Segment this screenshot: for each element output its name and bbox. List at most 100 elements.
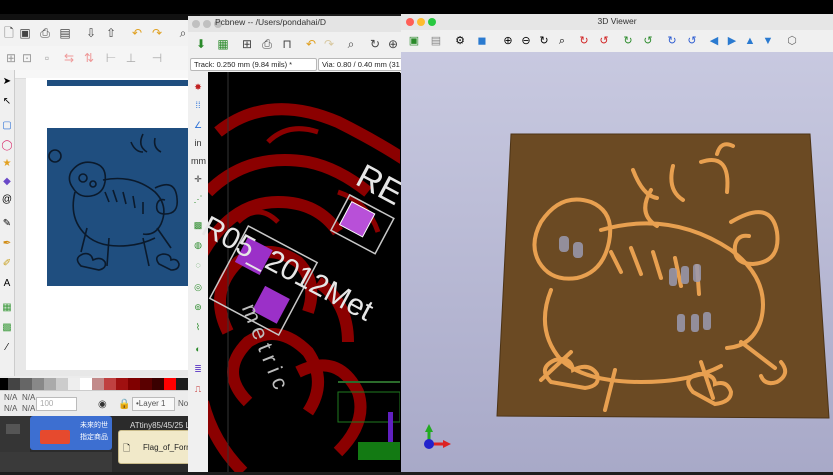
pen-tool-icon[interactable]: ✒ <box>1 238 13 250</box>
rotate-y-ccw-icon[interactable]: ↺ <box>641 34 655 48</box>
save-board-icon[interactable]: ⬇ <box>194 37 208 51</box>
pan-up-icon[interactable]: ▲ <box>743 34 757 48</box>
3d-scene[interactable] <box>401 52 833 472</box>
zoom-in-icon[interactable]: ⊕ <box>386 37 400 51</box>
redo-icon[interactable]: ↷ <box>150 26 164 40</box>
rotate-x-ccw-icon[interactable]: ↺ <box>597 34 611 48</box>
inkscape-statusbar: N/A N/A N/A N/A 100 ◉ 🔒 •Layer 1 No <box>0 390 200 417</box>
units-inch-icon[interactable]: in <box>191 136 205 150</box>
zoom-in-icon[interactable]: ⊕ <box>501 34 515 48</box>
cube-icon[interactable]: ◼ <box>475 34 489 48</box>
artwork-strip <box>47 80 195 86</box>
copy-image-icon[interactable]: ▤ <box>429 34 443 48</box>
microwave-icon[interactable]: ⎍ <box>191 382 205 396</box>
flip-h-icon[interactable]: ⇆ <box>62 51 76 65</box>
cursor-shape-icon[interactable]: ✛ <box>191 172 205 186</box>
zoom-fit-icon[interactable]: ⌕ <box>555 34 569 48</box>
grid-icon[interactable]: ⁞⁞ <box>191 98 205 112</box>
inkscape-controls-bar: ⊞ ⊡ ▫ ⇆ ⇅ ⊢ ⊥ ⊣ <box>0 46 200 71</box>
ellipse-tool-icon[interactable]: ◯ <box>1 140 13 152</box>
polar-coords-icon[interactable]: ∠ <box>191 118 205 132</box>
page-settings-icon[interactable]: ▦ <box>216 37 230 51</box>
3d-board-render <box>401 52 833 472</box>
via-size-select[interactable]: Via: 0.80 / 0.40 mm (31 <box>318 58 405 71</box>
flip-v-icon[interactable]: ⇅ <box>82 51 96 65</box>
align-right-icon[interactable]: ⊣ <box>150 51 164 65</box>
ratsnest-icon[interactable]: ⋰ <box>191 192 205 206</box>
rotate-y-cw-icon[interactable]: ↻ <box>621 34 635 48</box>
file-name: Flag_of_Form <box>143 443 193 452</box>
close-button[interactable] <box>192 20 200 28</box>
save-icon[interactable]: ▤ <box>58 26 72 40</box>
plot-icon[interactable]: ⊓ <box>280 37 294 51</box>
track-sketch-icon[interactable]: ⌇ <box>191 320 205 334</box>
mesh-tool-icon[interactable]: ▩ <box>1 322 13 334</box>
zoom-out-icon[interactable]: ⊖ <box>519 34 533 48</box>
layers-manager-icon[interactable]: ≣ <box>191 362 205 376</box>
pcbnew-title: Pcbnew -- /Users/pondahai/D <box>215 17 327 27</box>
pencil-tool-icon[interactable]: ✎ <box>1 218 13 230</box>
redraw-icon[interactable]: ↻ <box>368 37 382 51</box>
visibility-eye-icon[interactable]: ◉ <box>98 399 107 410</box>
snap-bbox-icon[interactable]: ▫ <box>40 51 54 65</box>
dropper-tool-icon[interactable]: ⁄ <box>1 342 13 354</box>
import-icon[interactable]: ⇩ <box>84 26 98 40</box>
pad-sketch-icon[interactable]: ◎ <box>191 280 205 294</box>
ortho-icon[interactable]: ⬡ <box>785 34 799 48</box>
board-setup-icon[interactable]: ⊞ <box>240 37 254 51</box>
3d-viewer-title: 3D Viewer <box>597 16 637 26</box>
undo-icon[interactable]: ↶ <box>130 26 144 40</box>
align-left-icon[interactable]: ⊢ <box>104 51 118 65</box>
via-sketch-icon[interactable]: ⊚ <box>191 300 205 314</box>
new-document-icon[interactable]: 🗋 <box>2 26 16 40</box>
opacity-field[interactable]: 100 <box>36 397 77 411</box>
align-center-icon[interactable]: ⊥ <box>124 51 138 65</box>
inkscape-toolbox: ➤ ↖ ▢ ◯ ★ ◆ @ ✎ ✒ ✐ A ▦ ▩ ⁄ <box>0 70 15 376</box>
snap-icon[interactable]: ⊞ <box>4 51 18 65</box>
rotate-x-cw-icon[interactable]: ↻ <box>577 34 591 48</box>
status-message: No <box>178 399 189 408</box>
calligraphy-tool-icon[interactable]: ✐ <box>1 258 13 270</box>
settings-icon[interactable]: ⚙ <box>453 34 467 48</box>
contrast-icon[interactable]: ◐ <box>191 342 205 356</box>
refresh-icon[interactable]: ↻ <box>537 34 551 48</box>
redo-icon[interactable]: ↷ <box>322 37 336 51</box>
print-icon[interactable]: ⎙ <box>260 37 274 51</box>
open-icon[interactable]: ▣ <box>18 26 32 40</box>
gradient-tool-icon[interactable]: ▦ <box>1 302 13 314</box>
units-mm-icon[interactable]: mm <box>191 154 206 168</box>
pcbnew-main-toolbar: ⬇ ▦ ⊞ ⎙ ⊓ ↶ ↷ ⌕ ↻ ⊕ <box>188 32 402 57</box>
pan-right-icon[interactable]: ▶ <box>725 34 739 48</box>
palette-swatches[interactable] <box>0 378 200 390</box>
reload-icon[interactable]: ▣ <box>407 34 421 48</box>
snap-nodes-icon[interactable]: ⊡ <box>20 51 34 65</box>
star-tool-icon[interactable]: ★ <box>1 158 13 170</box>
shop-banner <box>40 430 70 444</box>
export-icon[interactable]: ⇧ <box>104 26 118 40</box>
rect-tool-icon[interactable]: ▢ <box>1 120 13 132</box>
tiger-artwork[interactable] <box>47 128 195 286</box>
minimize-button[interactable] <box>203 20 211 28</box>
print-icon[interactable]: ⎙ <box>38 26 52 40</box>
3d-box-tool-icon[interactable]: ◆ <box>1 176 13 188</box>
folder-icon <box>6 424 20 434</box>
pan-left-icon[interactable]: ◀ <box>707 34 721 48</box>
zone-sketch-icon[interactable]: ◌ <box>191 258 205 272</box>
undo-icon[interactable]: ↶ <box>304 37 318 51</box>
stroke-value: N/A <box>22 404 36 413</box>
rotate-z-cw-icon[interactable]: ↻ <box>665 34 679 48</box>
lock-icon[interactable]: 🔒 <box>118 399 130 410</box>
track-width-select[interactable]: Track: 0.250 mm (9.84 mils) * <box>190 58 317 71</box>
pan-down-icon[interactable]: ▼ <box>761 34 775 48</box>
find-icon[interactable]: ⌕ <box>344 37 358 51</box>
node-tool-icon[interactable]: ↖ <box>1 96 13 108</box>
rotate-z-ccw-icon[interactable]: ↺ <box>685 34 699 48</box>
text-tool-icon[interactable]: A <box>1 278 13 290</box>
pcbnew-aux-toolbar: Track: 0.250 mm (9.84 mils) * Via: 0.80 … <box>188 56 405 73</box>
layer-select[interactable]: •Layer 1 <box>132 397 175 411</box>
drc-bug-icon[interactable]: ✸ <box>191 80 205 94</box>
selector-tool-icon[interactable]: ➤ <box>1 76 13 88</box>
shop-window-thumbnail[interactable]: 未來的世 指定商品 <box>30 416 112 450</box>
spiral-tool-icon[interactable]: @ <box>1 194 13 206</box>
window-label[interactable]: ATtiny85/45/25 LE <box>130 421 195 430</box>
